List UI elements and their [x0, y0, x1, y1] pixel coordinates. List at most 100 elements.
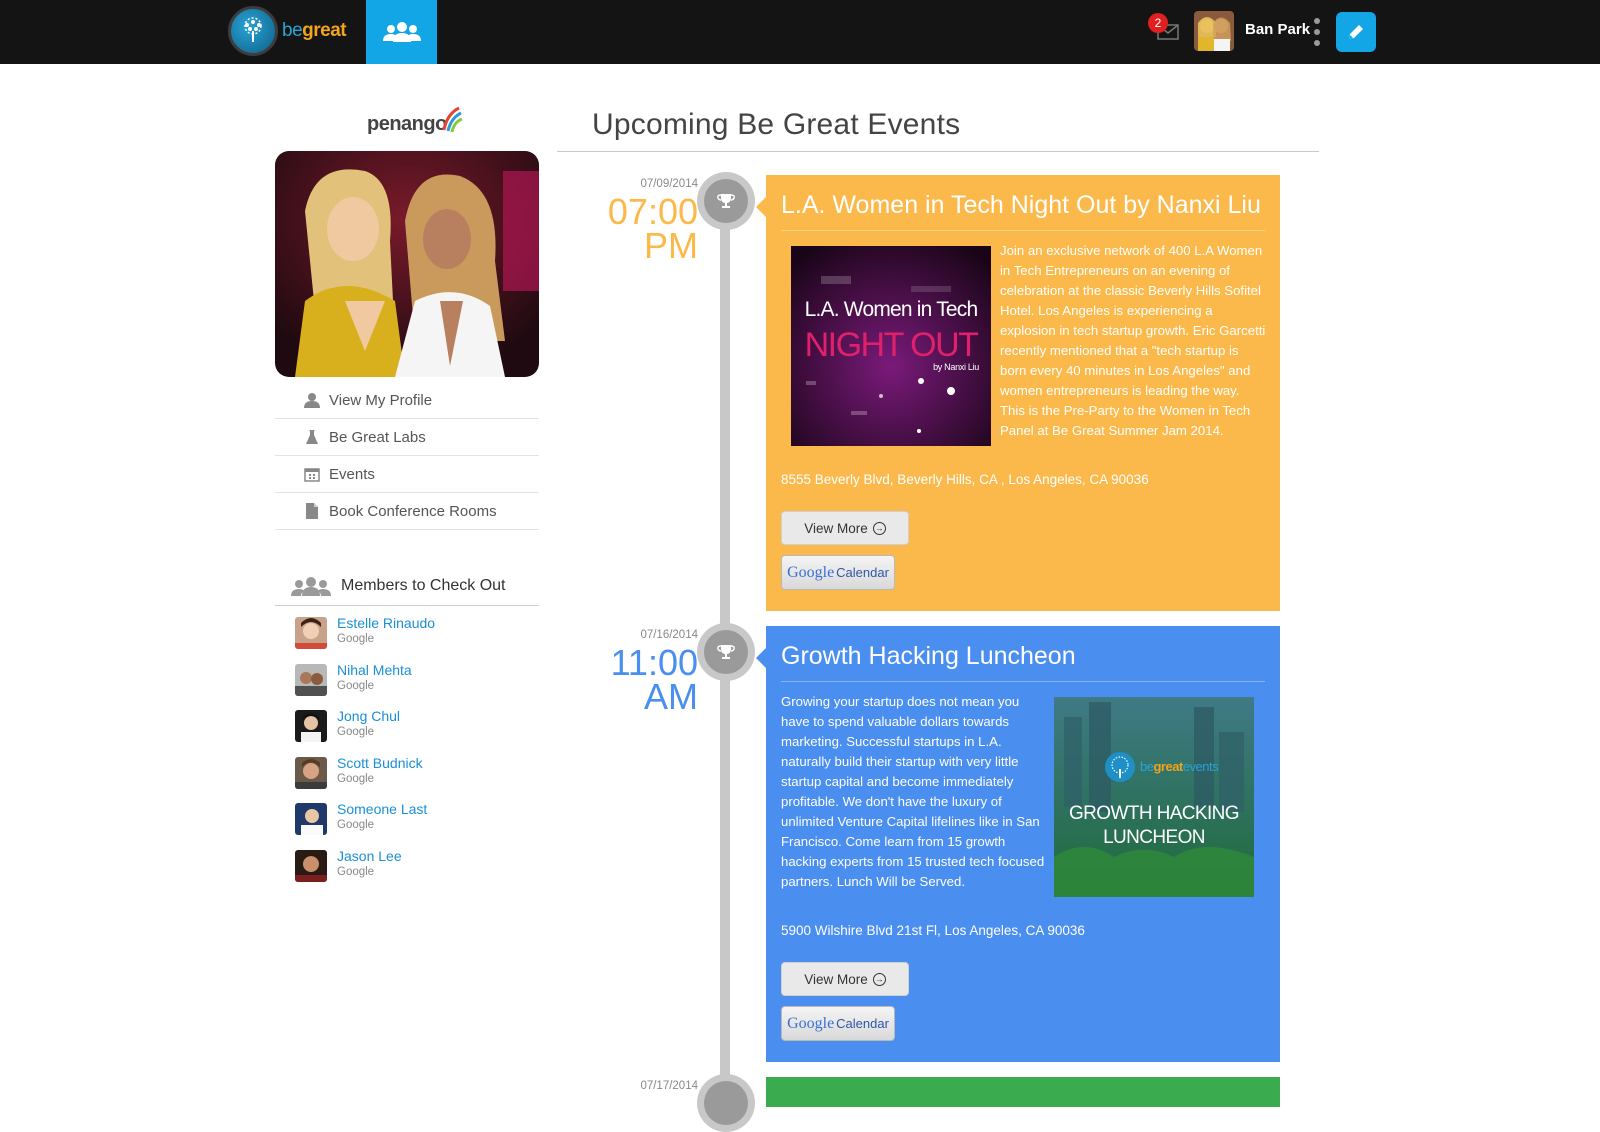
arrow-right-circle-icon: →	[872, 521, 886, 535]
begreat-logo[interactable]: begreat	[228, 6, 347, 56]
member-company: Google	[337, 819, 375, 831]
event-address: 8555 Beverly Blvd, Beverly Hills, CA , L…	[781, 472, 1149, 487]
calendar-icon	[303, 465, 321, 483]
sidebar-menu: View My Profile Be Great Labs Events Boo…	[275, 382, 539, 530]
event-image-line2: LUNCHEON	[1103, 827, 1205, 848]
event-image-brand-events: events	[1182, 759, 1219, 774]
arrow-right-circle-icon: →	[872, 972, 886, 986]
member-name[interactable]: Jason Lee	[337, 847, 402, 865]
members-title: Members to Check Out	[341, 576, 506, 594]
members-list: Estelle Rinaudo Google Nihal Mehta Google …	[295, 614, 535, 893]
event-time: 07:00 PM	[588, 191, 698, 266]
avatar[interactable]	[295, 617, 327, 649]
event-date: 07/16/2014	[640, 629, 698, 641]
timeline-node	[697, 172, 755, 230]
event-time-hm: 11:00	[610, 642, 698, 683]
event-card	[766, 1077, 1280, 1107]
company-logo-text: penango	[367, 113, 447, 135]
event-image-line1: L.A. Women in Tech	[804, 298, 979, 321]
gcal-google-text: Google	[787, 563, 835, 581]
more-menu-icon[interactable]	[1312, 18, 1322, 46]
view-more-label: View More	[804, 971, 868, 987]
community-nav-button[interactable]	[366, 0, 437, 64]
member-name[interactable]: Estelle Rinaudo	[337, 614, 435, 632]
event-address: 5900 Wilshire Blvd 21st Fl, Los Angeles,…	[781, 923, 1085, 938]
list-item: Jong Chul Google	[295, 707, 535, 754]
sidebar-item-events[interactable]: Events	[275, 456, 539, 493]
timeline-node	[697, 623, 755, 681]
list-item: Estelle Rinaudo Google	[295, 614, 535, 661]
avatar[interactable]	[295, 710, 327, 742]
swoosh-icon	[442, 106, 463, 133]
document-icon	[303, 502, 321, 520]
gcal-calendar-text: Calendar	[836, 565, 889, 580]
sidebar-item-label: Be Great Labs	[329, 428, 426, 446]
title-divider	[557, 151, 1319, 152]
pencil-icon	[1349, 25, 1363, 39]
event-title[interactable]: Growth Hacking Luncheon	[781, 640, 1265, 682]
list-item: Jason Lee Google	[295, 847, 535, 894]
avatar[interactable]	[295, 849, 327, 882]
google-calendar-button[interactable]: Google Calendar	[781, 555, 895, 590]
avatar[interactable]	[295, 803, 327, 835]
google-logo: Google	[787, 1015, 834, 1033]
event-description: Join an exclusive network of 400 L.A Wom…	[1000, 243, 1266, 438]
list-item: Nihal Mehta Google	[295, 661, 535, 708]
view-more-label: View More	[804, 520, 868, 536]
company-logo: penango	[367, 102, 463, 136]
event-time-ampm: AM	[644, 676, 698, 717]
avatar[interactable]	[1194, 11, 1234, 51]
member-company: Google	[337, 633, 375, 645]
member-name[interactable]: Jong Chul	[337, 707, 400, 725]
avatar[interactable]	[295, 663, 327, 696]
flask-icon	[303, 428, 321, 446]
member-company: Google	[337, 772, 375, 785]
event-image-line3: by Nanxi Liu	[933, 362, 979, 372]
member-company: Google	[337, 865, 375, 878]
sidebar-item-label: View My Profile	[329, 391, 433, 409]
event-description: Growing your startup does not mean you h…	[781, 694, 1045, 889]
event-time-hm: 07:00	[607, 191, 698, 232]
sidebar-item-book-conference-rooms[interactable]: Book Conference Rooms	[275, 493, 539, 530]
event-title[interactable]: L.A. Women in Tech Night Out by Nanxi Li…	[781, 189, 1265, 231]
trophy-icon	[717, 194, 735, 208]
member-name[interactable]: Nihal Mehta	[337, 661, 412, 679]
mail-count-badge: 2	[1148, 13, 1168, 33]
event-card: L.A. Women in Tech Night Out by Nanxi Li…	[756, 175, 1280, 611]
user-icon	[303, 391, 321, 409]
event-image: L.A. Women in Tech NIGHT OUT by Nanxi Li…	[791, 246, 991, 446]
profile-photo	[275, 151, 539, 377]
event-date: 07/17/2014	[640, 1080, 698, 1092]
google-calendar-button[interactable]: Google Calendar	[781, 1006, 895, 1041]
google-logo: Google	[787, 564, 834, 582]
sidebar-item-label: Events	[329, 465, 375, 483]
group-icon	[382, 22, 421, 42]
member-name[interactable]: Someone Last	[337, 800, 427, 818]
timeline-node	[697, 1074, 755, 1132]
event-image-line1: GROWTH HACKING	[1069, 803, 1240, 824]
event-time-ampm: PM	[644, 225, 698, 266]
page-title: Upcoming Be Great Events	[592, 108, 961, 141]
sidebar-item-view-my-profile[interactable]: View My Profile	[275, 382, 539, 419]
view-more-button[interactable]: View More →	[781, 511, 909, 545]
top-navbar: begreat 2 Ban Park	[0, 0, 1600, 64]
gcal-calendar-text: Calendar	[836, 1016, 889, 1031]
event-image-brand: begreatevents	[1140, 759, 1219, 774]
group-icon	[291, 576, 331, 596]
logo-great-text: great	[302, 20, 347, 41]
member-name[interactable]: Scott Budnick	[337, 754, 423, 772]
event-image: begreatevents GROWTH HACKING LUNCHEON	[1054, 697, 1254, 897]
user-name[interactable]: Ban Park	[1245, 21, 1310, 38]
trophy-icon	[717, 645, 735, 659]
list-item: Someone Last Google	[295, 800, 535, 847]
edit-button[interactable]	[1336, 12, 1376, 52]
event-card: Growth Hacking Luncheon Growing your sta…	[756, 626, 1280, 1062]
list-item: Scott Budnick Google	[295, 754, 535, 801]
sidebar-item-label: Book Conference Rooms	[329, 502, 497, 520]
event-image-brand-be: be	[1140, 759, 1154, 774]
member-company: Google	[337, 726, 375, 738]
sidebar-item-be-great-labs[interactable]: Be Great Labs	[275, 419, 539, 456]
avatar[interactable]	[295, 756, 327, 789]
view-more-button[interactable]: View More →	[781, 962, 909, 996]
logo-be-text: be	[282, 20, 303, 41]
